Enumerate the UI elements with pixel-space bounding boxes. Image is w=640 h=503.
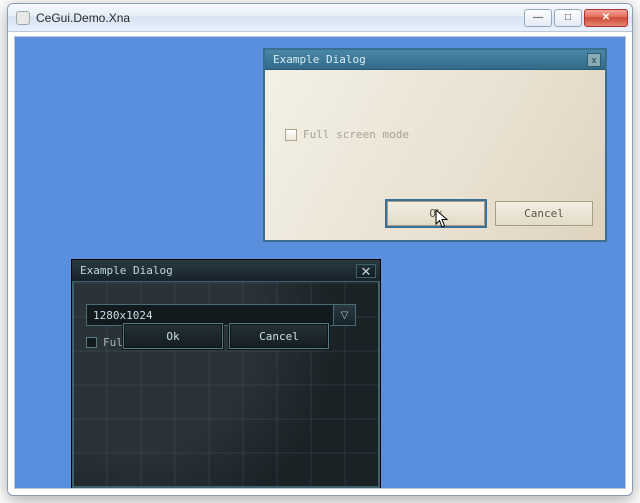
ok-button-dark[interactable]: Ok — [123, 323, 223, 349]
resolution-value[interactable]: 1280x1024 — [87, 305, 333, 325]
app-window: CeGui.Demo.Xna — □ ✕ Example Dialog x Fu… — [7, 3, 633, 496]
dialog-dark-close-button[interactable]: ✕ — [356, 264, 376, 278]
cancel-button-dark[interactable]: Cancel — [229, 323, 329, 349]
dialog-light-titlebar[interactable]: Example Dialog x — [265, 50, 605, 70]
fullscreen-checkbox-row[interactable]: Full screen mode — [285, 128, 409, 141]
dropdown-arrow-icon[interactable]: ▽ — [333, 305, 355, 325]
ok-button[interactable]: Ok — [387, 201, 485, 226]
window-titlebar[interactable]: CeGui.Demo.Xna — □ ✕ — [8, 4, 632, 32]
example-dialog-dark[interactable]: Example Dialog ✕ 1280x1024 ▽ Full screen… — [71, 259, 381, 489]
client-area: Example Dialog x Full screen mode Ok Can… — [14, 36, 626, 489]
cancel-button[interactable]: Cancel — [495, 201, 593, 226]
fullscreen-checkbox[interactable] — [285, 129, 297, 141]
maximize-button[interactable]: □ — [554, 9, 582, 27]
minimize-button[interactable]: — — [524, 9, 552, 27]
window-title: CeGui.Demo.Xna — [36, 11, 522, 25]
dialog-light-title: Example Dialog — [273, 53, 587, 66]
example-dialog-light[interactable]: Example Dialog x Full screen mode Ok Can… — [263, 48, 607, 242]
dialog-dark-titlebar[interactable]: Example Dialog ✕ — [72, 260, 380, 282]
dialog-light-close-button[interactable]: x — [587, 53, 601, 67]
app-icon — [16, 11, 30, 25]
dialog-dark-title: Example Dialog — [80, 264, 356, 277]
close-button[interactable]: ✕ — [584, 9, 628, 27]
fullscreen-label: Full screen mode — [303, 128, 409, 141]
